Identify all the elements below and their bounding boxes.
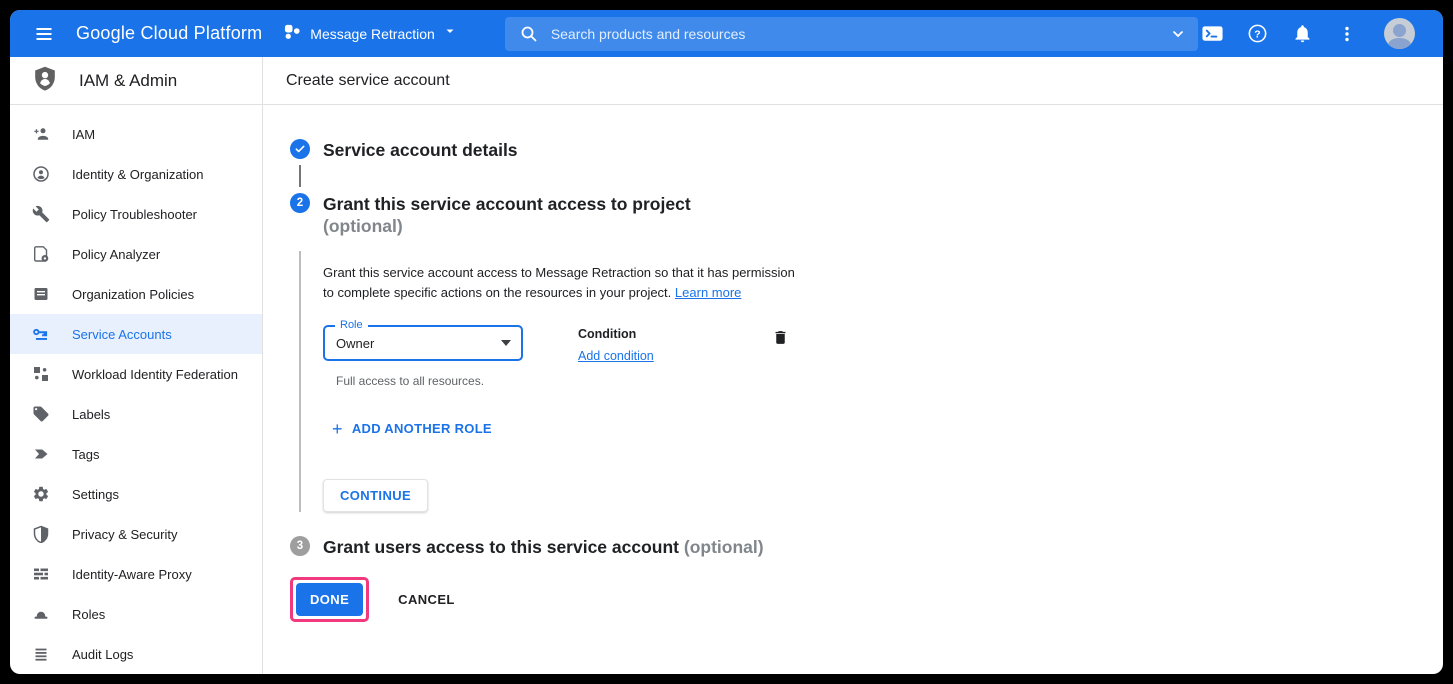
sidebar-item-labels[interactable]: Labels <box>10 394 262 434</box>
sidebar-item-iam[interactable]: IAM <box>10 114 262 154</box>
role-selected-value: Owner <box>336 336 501 351</box>
step-2-body: Grant this service account access to Mes… <box>290 251 1443 512</box>
sidebar-item-settings[interactable]: Settings <box>10 474 262 514</box>
browser-viewport: Google Cloud Platform Message Retraction <box>10 10 1443 674</box>
sidebar-item-tags[interactable]: Tags <box>10 434 262 474</box>
learn-more-link[interactable]: Learn more <box>675 285 741 300</box>
step-2-header: 2 Grant this service account access to p… <box>290 193 1443 237</box>
help-icon[interactable]: ? <box>1243 20 1271 48</box>
cancel-button[interactable]: CANCEL <box>398 592 455 607</box>
role-row: Role Owner Condition Add condition <box>323 325 1443 365</box>
gcp-logo[interactable]: Google Cloud Platform <box>76 23 262 44</box>
page-header: Create service account <box>263 57 1443 105</box>
step-2-title: Grant this service account access to pro… <box>323 193 691 215</box>
form-actions: DONE CANCEL <box>290 577 1443 622</box>
service-account-key-icon <box>32 325 50 343</box>
plus-icon: + <box>332 422 343 436</box>
hat-icon <box>32 605 50 623</box>
step-2-optional-label: (optional) <box>323 215 691 237</box>
wrench-icon <box>32 205 50 223</box>
step-1-title: Service account details <box>323 139 518 161</box>
document-gear-icon <box>32 245 50 263</box>
cloud-shell-icon[interactable] <box>1198 20 1226 48</box>
step-3-number: 3 <box>290 536 310 556</box>
tag-arrow-icon <box>32 445 50 463</box>
search-input[interactable] <box>551 26 1170 42</box>
done-button-highlight: DONE <box>290 577 369 622</box>
topbar-actions: ? <box>1198 18 1415 49</box>
project-selector[interactable]: Message Retraction <box>284 23 457 45</box>
check-circle-icon <box>290 139 310 159</box>
role-helper-text: Full access to all resources. <box>336 374 1443 388</box>
grid-squares-icon <box>32 365 50 383</box>
sidebar-item-policy-troubleshooter[interactable]: Policy Troubleshooter <box>10 194 262 234</box>
label-tag-icon <box>32 405 50 423</box>
sidebar-item-workload-identity-federation[interactable]: Workload Identity Federation <box>10 354 262 394</box>
done-button[interactable]: DONE <box>296 583 363 616</box>
continue-button[interactable]: CONTINUE <box>323 479 428 512</box>
document-lines-icon <box>32 285 50 303</box>
person-add-icon <box>32 125 50 143</box>
condition-label: Condition <box>578 327 654 341</box>
main-content: Create service account Service account d… <box>263 57 1443 674</box>
search-icon <box>520 25 538 43</box>
menu-icon[interactable] <box>30 20 58 48</box>
sidebar-item-privacy-security[interactable]: Privacy & Security <box>10 514 262 554</box>
add-another-role-button[interactable]: + ADD ANOTHER ROLE <box>332 421 492 436</box>
role-field-label: Role <box>335 319 368 332</box>
step-2-description: Grant this service account access to Mes… <box>323 263 843 303</box>
sidebar-item-policy-analyzer[interactable]: Policy Analyzer <box>10 234 262 274</box>
step-connector <box>290 251 323 512</box>
step-3-title: Grant users access to this service accou… <box>323 536 764 558</box>
search-bar[interactable] <box>505 17 1198 51</box>
step-3-optional-label: (optional) <box>684 537 764 557</box>
notifications-bell-icon[interactable] <box>1288 20 1316 48</box>
proxy-rows-icon <box>32 565 50 583</box>
step-1-service-account-details: Service account details <box>290 139 1443 161</box>
create-service-account-form: Service account details 2 Grant this ser… <box>263 105 1443 674</box>
sidebar-item-roles[interactable]: Roles <box>10 594 262 634</box>
sidebar-title: IAM & Admin <box>79 71 177 91</box>
top-app-bar: Google Cloud Platform Message Retraction <box>10 10 1443 57</box>
sidebar: IAM & Admin IAM Identity & Organization … <box>10 57 263 674</box>
add-condition-link[interactable]: Add condition <box>578 349 654 363</box>
shield-icon <box>32 525 50 543</box>
identity-person-circle-icon <box>32 165 50 183</box>
role-select[interactable]: Role Owner <box>323 325 523 361</box>
sidebar-item-audit-logs[interactable]: Audit Logs <box>10 634 262 674</box>
trash-icon[interactable] <box>772 329 789 351</box>
list-lines-icon <box>32 645 50 663</box>
sidebar-header: IAM & Admin <box>10 57 262 105</box>
step-3-header: 3 Grant users access to this service acc… <box>290 536 1443 558</box>
sidebar-item-identity-organization[interactable]: Identity & Organization <box>10 154 262 194</box>
gear-icon <box>32 485 50 503</box>
shield-person-icon <box>32 65 58 96</box>
caret-down-icon <box>443 24 457 43</box>
step-2-number: 2 <box>290 193 310 213</box>
sidebar-nav: IAM Identity & Organization Policy Troub… <box>10 105 262 674</box>
more-vertical-icon[interactable] <box>1333 20 1361 48</box>
svg-text:?: ? <box>1254 28 1260 40</box>
chevron-down-icon[interactable] <box>1170 26 1186 42</box>
project-name: Message Retraction <box>310 26 435 42</box>
sidebar-item-identity-aware-proxy[interactable]: Identity-Aware Proxy <box>10 554 262 594</box>
avatar[interactable] <box>1384 18 1415 49</box>
project-icon <box>284 23 301 45</box>
step-connector <box>290 165 323 187</box>
sidebar-item-organization-policies[interactable]: Organization Policies <box>10 274 262 314</box>
dropdown-caret-icon <box>501 340 511 346</box>
sidebar-item-service-accounts[interactable]: Service Accounts <box>10 314 262 354</box>
condition-block: Condition Add condition <box>578 325 654 365</box>
page-title: Create service account <box>286 72 450 90</box>
